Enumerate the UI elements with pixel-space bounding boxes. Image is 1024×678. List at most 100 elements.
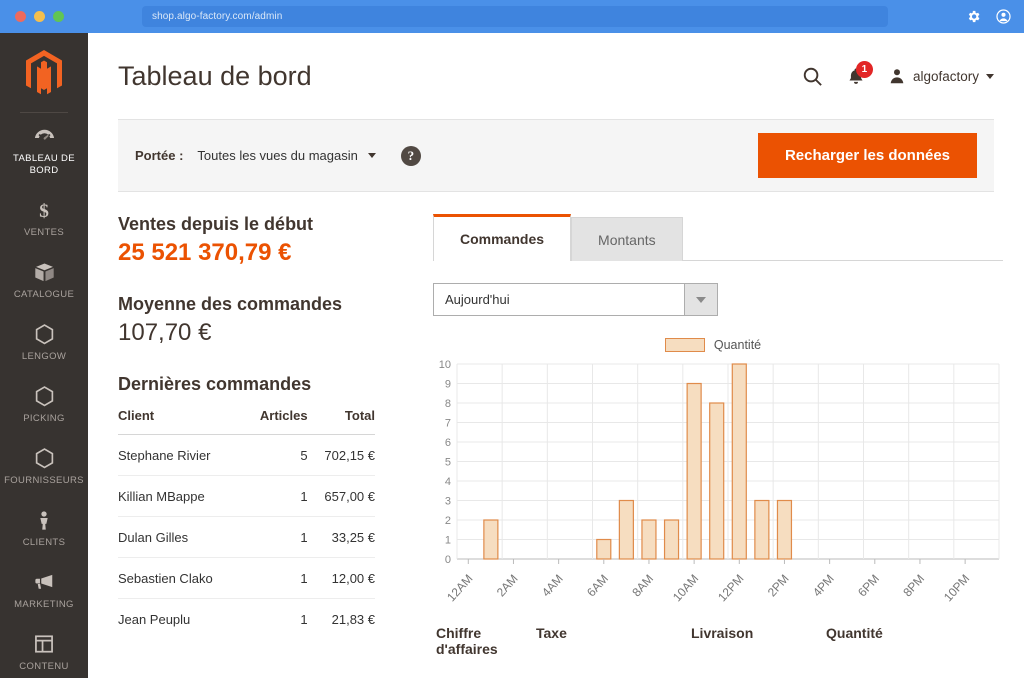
cell-total: 657,00 € xyxy=(307,475,375,517)
total-col-chiffre-affaires: Chiffre d'affaires xyxy=(436,625,498,657)
user-avatar-icon xyxy=(890,68,904,83)
help-icon[interactable]: ? xyxy=(400,145,421,166)
sidebar-item-tableau-de-bord[interactable]: Tableau de bord xyxy=(0,113,88,187)
header-actions: 1 algofactory xyxy=(801,33,994,119)
hexagon-icon xyxy=(2,322,86,346)
cell-articles: 1 xyxy=(244,516,308,558)
scope-bar: Portée : Toutes les vues du magasin ? Re… xyxy=(118,119,994,192)
reload-data-button[interactable]: Recharger les données xyxy=(758,133,977,178)
chart-canvas: 0 1 2 3 4 5 6 7 8 9 10 12AM 2AM 4AM 6AM 8AM 10AM 12PM 2PM 4… xyxy=(439,359,1000,605)
svg-text:6: 6 xyxy=(445,437,451,449)
browser-chrome: shop.algo-factory.com/admin xyxy=(0,0,1024,33)
chart-bar xyxy=(596,538,612,560)
main-content: Tableau de bord 1 algofactory Portée: T… xyxy=(88,33,1024,678)
sidebar-item-label: Fournisseurs xyxy=(4,475,84,486)
lifetime-sales-value: 25 521 370,79 € xyxy=(118,239,292,266)
sidebar-item-label: Marketing xyxy=(14,599,74,610)
sidebar-item-label: Catalogue xyxy=(13,289,75,300)
svg-text:10: 10 xyxy=(439,359,451,371)
svg-text:4: 4 xyxy=(445,476,451,488)
legend-swatch-quantite xyxy=(664,338,705,352)
gear-icon[interactable] xyxy=(966,9,981,24)
account-icon[interactable] xyxy=(995,8,1012,25)
orders-chart: Quantité 0 1 2 3 4 5 6 7 8 9 10 12AM 2AM 4AM 6AM 8AM 10A… xyxy=(433,334,1003,611)
svg-text:4PM: 4PM xyxy=(810,572,837,600)
table-header-row: Client Articles Total xyxy=(118,408,375,435)
svg-text:9: 9 xyxy=(445,379,451,391)
cell-articles: 5 xyxy=(244,434,308,476)
svg-text:7: 7 xyxy=(445,418,451,430)
tab-commandes[interactable]: Commandes xyxy=(433,214,572,261)
tab-montants[interactable]: Montants xyxy=(571,217,683,261)
table-row[interactable]: Dulan Gilles 1 33,25 € xyxy=(118,516,375,558)
svg-text:4AM: 4AM xyxy=(539,572,566,600)
chart-bar xyxy=(663,519,680,560)
chart-tabs: Commandes Montants xyxy=(433,214,1003,261)
close-window-button[interactable] xyxy=(15,11,26,22)
chart-bar xyxy=(641,519,657,560)
cell-client: Sebastien Clako xyxy=(118,557,245,599)
sidebar-item-clients[interactable]: Clients xyxy=(0,497,88,559)
table-row[interactable]: Jean Peuplu 1 21,83 € xyxy=(118,599,375,640)
sidebar-item-catalogue[interactable]: Catalogue xyxy=(0,249,88,311)
box-icon xyxy=(2,260,86,284)
cell-client: Jean Peuplu xyxy=(118,612,191,627)
table-row[interactable]: Stephane Rivier 5 702,15 € xyxy=(118,434,375,476)
sidebar-item-contenu[interactable]: Contenu xyxy=(0,621,88,678)
user-menu[interactable]: algofactory xyxy=(888,67,994,86)
chart-legend: Quantité xyxy=(423,334,1003,356)
user-name-label: algofactory xyxy=(912,68,979,84)
cell-client: Dulan Gilles xyxy=(118,516,245,558)
table-row[interactable]: Sebastien Clako 1 12,00 € xyxy=(118,557,375,599)
window-controls[interactable] xyxy=(15,11,64,22)
svg-text:2: 2 xyxy=(445,515,451,527)
sidebar-item-label: Clients xyxy=(22,537,66,548)
notifications-bell-icon[interactable]: 1 xyxy=(846,60,873,87)
cell-total: 12,00 € xyxy=(307,557,375,599)
hexagon-icon xyxy=(2,384,86,408)
scope-select[interactable]: Toutes les vues du magasin xyxy=(197,148,376,163)
address-bar[interactable]: shop.algo-factory.com/admin xyxy=(142,6,888,27)
svg-text:0: 0 xyxy=(445,554,451,566)
svg-text:8: 8 xyxy=(445,398,451,410)
chevron-down-icon[interactable] xyxy=(684,284,717,315)
svg-text:6AM: 6AM xyxy=(584,572,611,600)
chevron-down-icon xyxy=(986,73,994,79)
dashboard-gauge-icon xyxy=(2,124,86,148)
sidebar-item-picking[interactable]: Picking xyxy=(0,373,88,435)
sidebar-item-marketing[interactable]: Marketing xyxy=(0,559,88,621)
chart-bar xyxy=(709,402,725,560)
table-row[interactable]: Killian MBappe 1 657,00 € xyxy=(118,475,375,517)
column-header-total: Total xyxy=(307,408,375,435)
svg-text:1: 1 xyxy=(445,535,451,547)
period-select[interactable]: Aujourd'hui xyxy=(433,283,718,316)
magento-logo[interactable] xyxy=(20,33,68,113)
chart-column: Commandes Montants Aujourd'hui Quantité … xyxy=(408,214,1003,657)
sidebar-item-ventes[interactable]: $ Ventes xyxy=(0,187,88,249)
sidebar-item-label: Picking xyxy=(23,413,65,424)
minimize-window-button[interactable] xyxy=(34,11,45,22)
average-order-value: 107,70 € xyxy=(118,319,212,346)
page-title: Tableau de bord xyxy=(118,60,312,91)
total-col-taxe: Taxe xyxy=(536,625,567,641)
lifetime-sales-block: Ventes depuis le début 25 521 370,79 € xyxy=(118,214,408,267)
scope-label: Portée : xyxy=(135,148,184,163)
chart-bar xyxy=(731,363,747,560)
cell-articles: 1 xyxy=(244,557,308,599)
dollar-icon: $ xyxy=(2,198,86,222)
sidebar-item-lengow[interactable]: Lengow xyxy=(0,311,88,373)
svg-text:6PM: 6PM xyxy=(855,572,882,600)
svg-text:2PM: 2PM xyxy=(765,572,792,600)
sidebar-item-fournisseurs[interactable]: Fournisseurs xyxy=(0,435,88,497)
layout-icon xyxy=(2,632,86,656)
chart-bar xyxy=(483,519,499,560)
maximize-window-button[interactable] xyxy=(53,11,64,22)
stats-column: Ventes depuis le début 25 521 370,79 € M… xyxy=(118,214,408,657)
chevron-down-icon xyxy=(367,153,376,158)
cell-articles: 1 xyxy=(244,475,308,517)
cell-client: Stephane Rivier xyxy=(118,434,245,476)
dashboard-body: Ventes depuis le début 25 521 370,79 € M… xyxy=(88,214,1024,657)
search-icon[interactable] xyxy=(801,65,824,88)
notification-count-badge: 1 xyxy=(855,60,873,78)
svg-text:12AM: 12AM xyxy=(444,572,475,605)
